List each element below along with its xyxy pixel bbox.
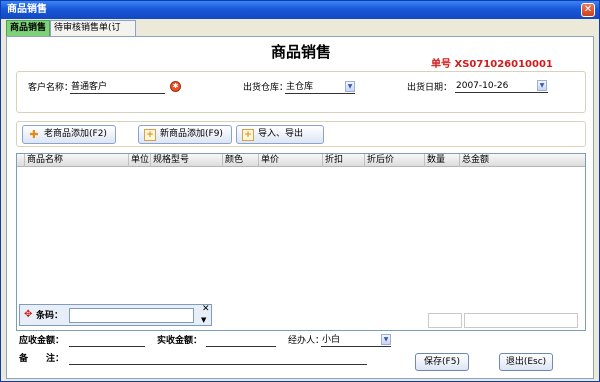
window-titlebar: 商品销售 ✕ (1, 1, 599, 19)
order-info-group: 客户名称： 普通客户 ✱ 出货仓库： 主仓库 ▼ 出货日期： 2007-10-2… (16, 71, 586, 113)
sales-window: 商品销售 ✕ 商品销售 待审核销售单(订单) 商品销售 单号 XS0710260… (0, 0, 600, 382)
tab-pending-orders[interactable]: 待审核销售单(订单) (50, 20, 136, 47)
move-icon[interactable]: ✥ (24, 310, 32, 320)
receivable-field[interactable] (69, 334, 145, 347)
receivable-label: 应收金额： (19, 336, 65, 346)
warehouse-label: 出货仓库： (243, 83, 289, 93)
column-header[interactable]: 折扣 (323, 154, 365, 167)
add-new-product-label: 新商品添加(F9) (160, 129, 223, 139)
tab-product-sales[interactable]: 商品销售 (6, 20, 50, 36)
customer-label: 客户名称： (28, 83, 74, 93)
date-picker[interactable]: 2007-10-26 (455, 80, 548, 93)
add-icon: ✚ (29, 128, 39, 141)
chevron-down-icon[interactable]: ▼ (381, 334, 391, 345)
chevron-down-icon[interactable]: ▼ (201, 316, 206, 324)
toolbar-group: ✚ 老商品添加(F2) + 新商品添加(F9) + 导入、导出 (16, 121, 586, 147)
row-number-header (17, 154, 25, 167)
import-icon: + (242, 129, 254, 141)
column-header[interactable]: 商品名称 (25, 154, 129, 167)
customer-field[interactable]: 普通客户 (70, 81, 165, 94)
exit-button[interactable]: 退出(Esc) (499, 353, 553, 371)
barcode-panel: ✥ 条码： ✕ ▼ (19, 304, 212, 326)
received-label: 实收金额： (157, 336, 203, 346)
main-panel: 商品销售 单号 XS071026010001 客户名称： 普通客户 ✱ 出货仓库… (6, 36, 594, 379)
add-new-product-button[interactable]: + 新商品添加(F9) (138, 125, 232, 144)
key-icon[interactable]: ✱ (170, 81, 181, 92)
remark-field[interactable] (69, 352, 367, 365)
handler-label: 经办人： (288, 336, 325, 346)
import-export-button[interactable]: + 导入、导出 (236, 125, 324, 144)
barcode-label: 条码： (36, 311, 64, 321)
close-button[interactable]: ✕ (581, 3, 595, 17)
amount-total (464, 313, 578, 328)
chevron-down-icon[interactable]: ▼ (537, 80, 547, 91)
import-export-label: 导入、导出 (258, 129, 304, 139)
grid-header: 商品名称 单位 规格型号 颜色 单价 折扣 折后价 数量 总金额 (17, 154, 585, 167)
date-label: 出货日期： (407, 83, 453, 93)
quantity-total (428, 313, 462, 328)
column-header[interactable]: 单价 (259, 154, 323, 167)
close-icon[interactable]: ✕ (202, 305, 210, 314)
column-header[interactable]: 总金额 (460, 154, 585, 167)
column-header[interactable]: 单位 (129, 154, 151, 167)
save-button[interactable]: 保存(F5) (415, 353, 469, 371)
add-old-product-button[interactable]: ✚ 老商品添加(F2) (22, 125, 116, 144)
column-header[interactable]: 规格型号 (151, 154, 223, 167)
add-icon: + (144, 129, 156, 141)
column-header[interactable]: 颜色 (223, 154, 259, 167)
column-header[interactable]: 折后价 (365, 154, 425, 167)
order-number-value: XS071026010001 (454, 59, 553, 70)
chevron-down-icon[interactable]: ▼ (345, 81, 355, 92)
add-old-product-label: 老商品添加(F2) (44, 129, 107, 139)
order-number-label: 单号 (431, 59, 451, 70)
remark-label: 备 注： (19, 354, 65, 364)
order-number: 单号 XS071026010001 (431, 55, 553, 70)
window-title: 商品销售 (7, 4, 47, 15)
received-field[interactable] (206, 334, 276, 347)
barcode-input[interactable] (69, 308, 194, 323)
column-header[interactable]: 数量 (425, 154, 460, 167)
